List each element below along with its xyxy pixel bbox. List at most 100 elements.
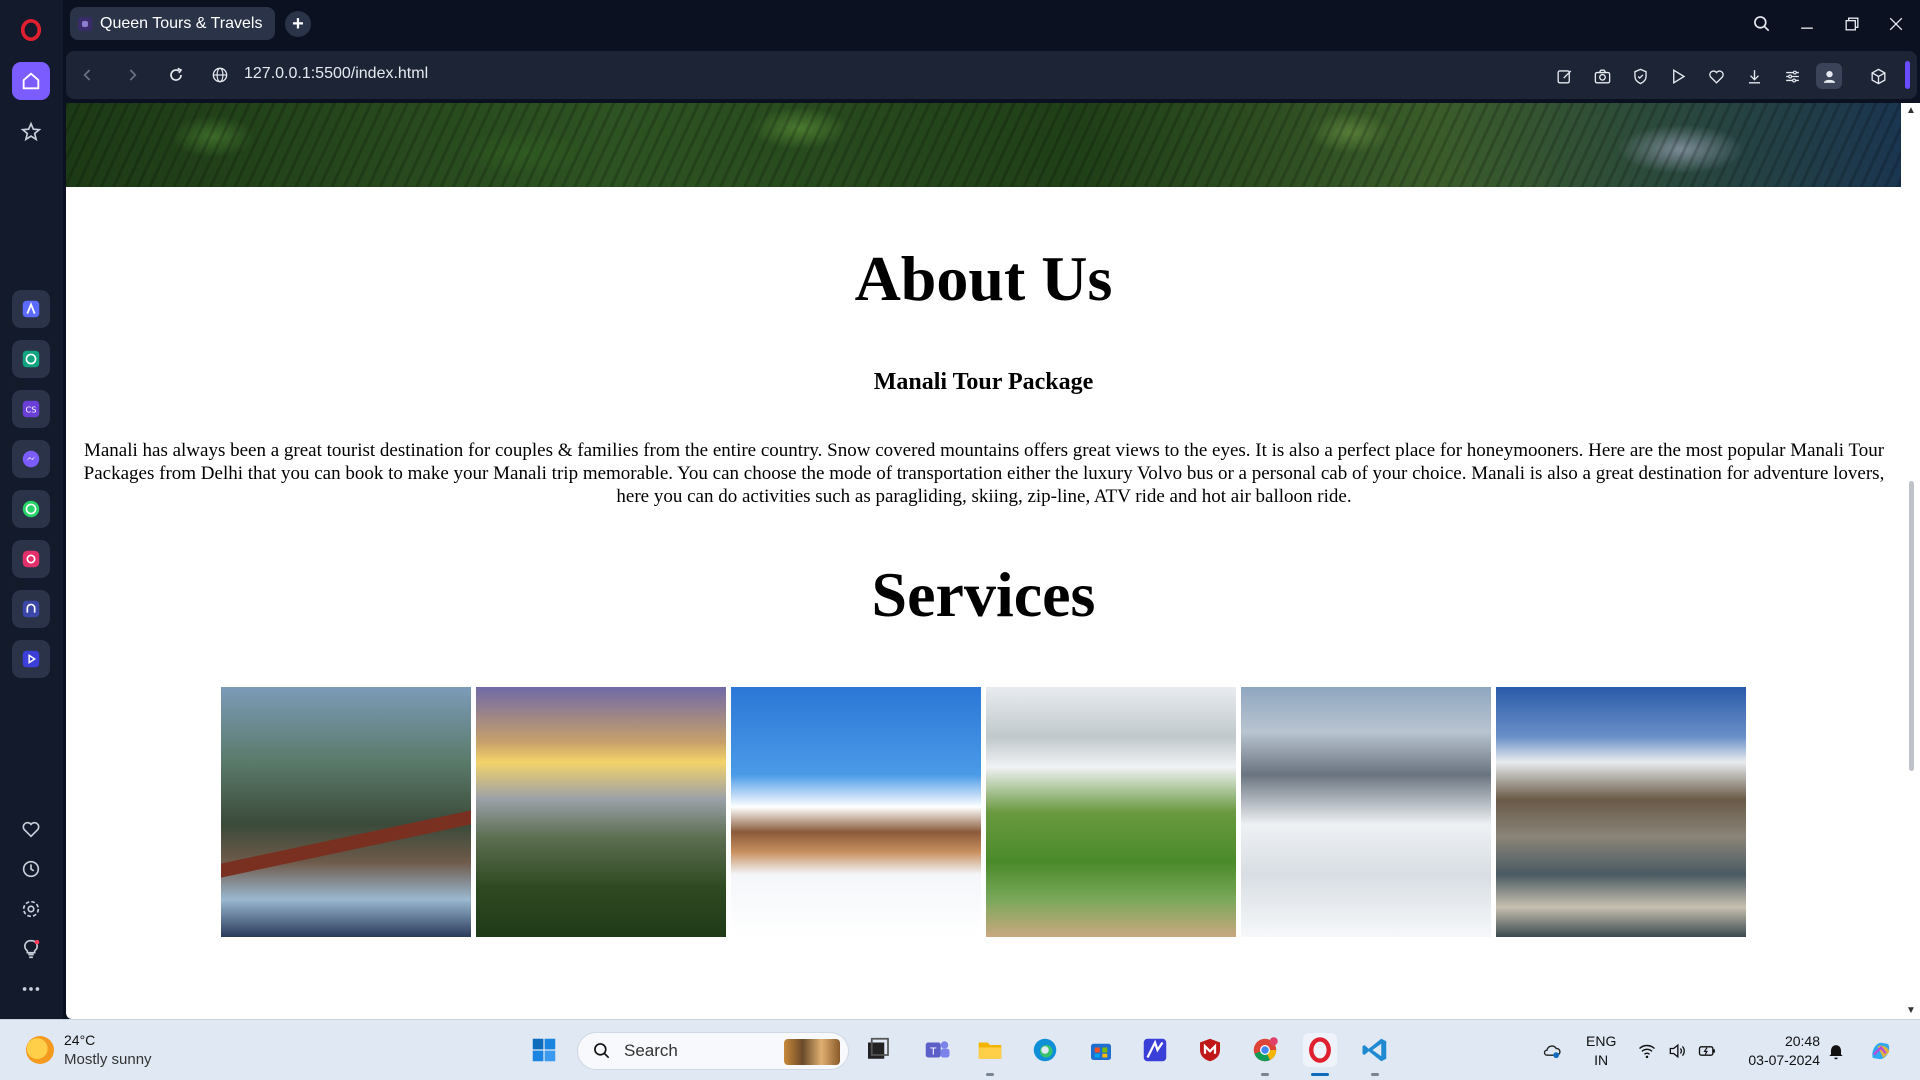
back-button[interactable] [76,63,100,87]
about-paragraph: Manali has always been a great tourist d… [83,440,1885,507]
task-view-button[interactable] [861,1033,895,1067]
messenger-icon [22,450,40,468]
active-indicator [1311,1073,1329,1076]
vscode-button[interactable] [1358,1033,1392,1067]
tips-icon[interactable] [17,935,45,963]
volume-button[interactable] [1665,1039,1689,1063]
back-arrow-icon [83,69,91,81]
mcafee-button[interactable] [1193,1033,1227,1067]
profile-button[interactable] [1816,63,1842,89]
edge-button[interactable] [1028,1033,1062,1067]
bookmark-heart-button[interactable] [1703,63,1729,89]
forward-button[interactable] [120,63,144,87]
whatsapp-button[interactable] [12,490,50,528]
about-heading: About Us [854,243,1113,314]
teams-button[interactable]: T [920,1033,954,1067]
taskbar-search[interactable]: Search [577,1032,849,1070]
heart-icon[interactable] [17,815,45,843]
more-icon[interactable] [17,975,45,1003]
weather-temp[interactable]: 24°C [64,1032,95,1048]
copilot-button[interactable] [1866,1036,1896,1066]
lang-code: ENG [1586,1033,1617,1049]
copilot-icon [1872,1042,1890,1060]
system-clock[interactable]: 20:48 03-07-2024 [1734,1032,1820,1070]
tab-queen-tours[interactable]: Queen Tours & Travels [70,7,275,40]
extensions-button[interactable] [1865,63,1891,89]
chrome-button[interactable] [1248,1033,1282,1067]
easy-setup-button[interactable] [1779,63,1805,89]
home-icon [22,72,40,90]
new-tab-button[interactable]: + [285,11,311,37]
file-explorer-button[interactable] [973,1033,1007,1067]
snapshot-edit-icon [1556,69,1571,84]
camera-button[interactable] [1589,63,1615,89]
package-heading: Manali Tour Package [873,369,1094,395]
instagram-button[interactable] [12,540,50,578]
store-button[interactable] [1084,1033,1118,1067]
restore-button[interactable] [1837,10,1867,38]
shield-button[interactable] [1627,63,1653,89]
onedrive-button[interactable] [1540,1039,1564,1063]
chrome-icon [1253,1037,1278,1062]
folder-icon [978,1042,1002,1059]
battery-button[interactable] [1695,1039,1719,1063]
star-icon[interactable] [17,118,45,146]
service-photo-snow-valley [1241,687,1491,937]
messenger-button[interactable] [12,440,50,478]
music-player-button[interactable] [12,590,50,628]
opera-taskbar-button[interactable] [1303,1033,1337,1067]
scroll-up-arrow-icon[interactable]: ▲ [1906,106,1916,116]
search-icon [1754,16,1770,32]
url-text[interactable]: 127.0.0.1:5500/index.html [244,65,428,83]
scrollbar-thumb[interactable] [1909,481,1914,771]
chatsonic-button[interactable]: CS [12,390,50,428]
mcafee-shield-icon [1200,1038,1220,1062]
app-button[interactable] [1138,1033,1172,1067]
aria-button[interactable] [12,290,50,328]
running-indicator [1371,1073,1379,1076]
page-scrollbar[interactable]: ▲ ▼ [1901,103,1920,1019]
chatgpt-button[interactable] [12,340,50,378]
opera-logo-icon [1309,1037,1331,1063]
site-info-button[interactable] [208,63,232,87]
clock-date: 03-07-2024 [1748,1052,1820,1068]
address-bar: 127.0.0.1:5500/index.html [66,51,1917,99]
minimize-button[interactable] [1792,10,1822,38]
player-icon [22,650,40,668]
sidebar-accent-bar [1905,61,1910,89]
service-photo-rocky-river [1496,687,1746,937]
snapshot-edit-button[interactable] [1551,63,1577,89]
reload-button[interactable] [164,63,188,87]
weather-desc[interactable]: Mostly sunny [64,1051,152,1068]
service-photo-snow-peaks [731,687,981,937]
edge-icon [1033,1038,1057,1062]
teams-icon: T [925,1041,950,1058]
language-indicator[interactable]: ENG IN [1586,1032,1616,1070]
player-button[interactable] [12,640,50,678]
home-button[interactable] [12,62,50,100]
lang-region: IN [1594,1052,1609,1068]
opera-logo-icon[interactable] [17,16,45,44]
weather-sun-icon[interactable] [26,1036,54,1064]
chatsonic-icon: CS [22,400,40,418]
download-button[interactable] [1741,63,1767,89]
scroll-down-arrow-icon[interactable]: ▼ [1906,1006,1916,1016]
download-icon [1748,69,1760,84]
send-button[interactable] [1665,63,1691,89]
whatsapp-icon [22,500,40,518]
settings-icon[interactable] [17,895,45,923]
search-tabs-button[interactable] [1747,10,1777,38]
windows-logo-icon [532,1038,556,1062]
service-photo-green-hills [986,687,1236,937]
tab-favicon-icon [78,16,92,31]
start-button[interactable] [527,1033,561,1067]
services-heading: Services [871,559,1096,630]
history-icon[interactable] [17,855,45,883]
close-button[interactable] [1881,10,1911,38]
wifi-button[interactable] [1635,1039,1659,1063]
notifications-button[interactable] [1824,1039,1848,1063]
forward-arrow-icon [129,69,137,81]
tab-title: Queen Tours & Travels [100,14,263,32]
send-icon [1672,68,1685,84]
hero-banner-image [66,103,1901,187]
